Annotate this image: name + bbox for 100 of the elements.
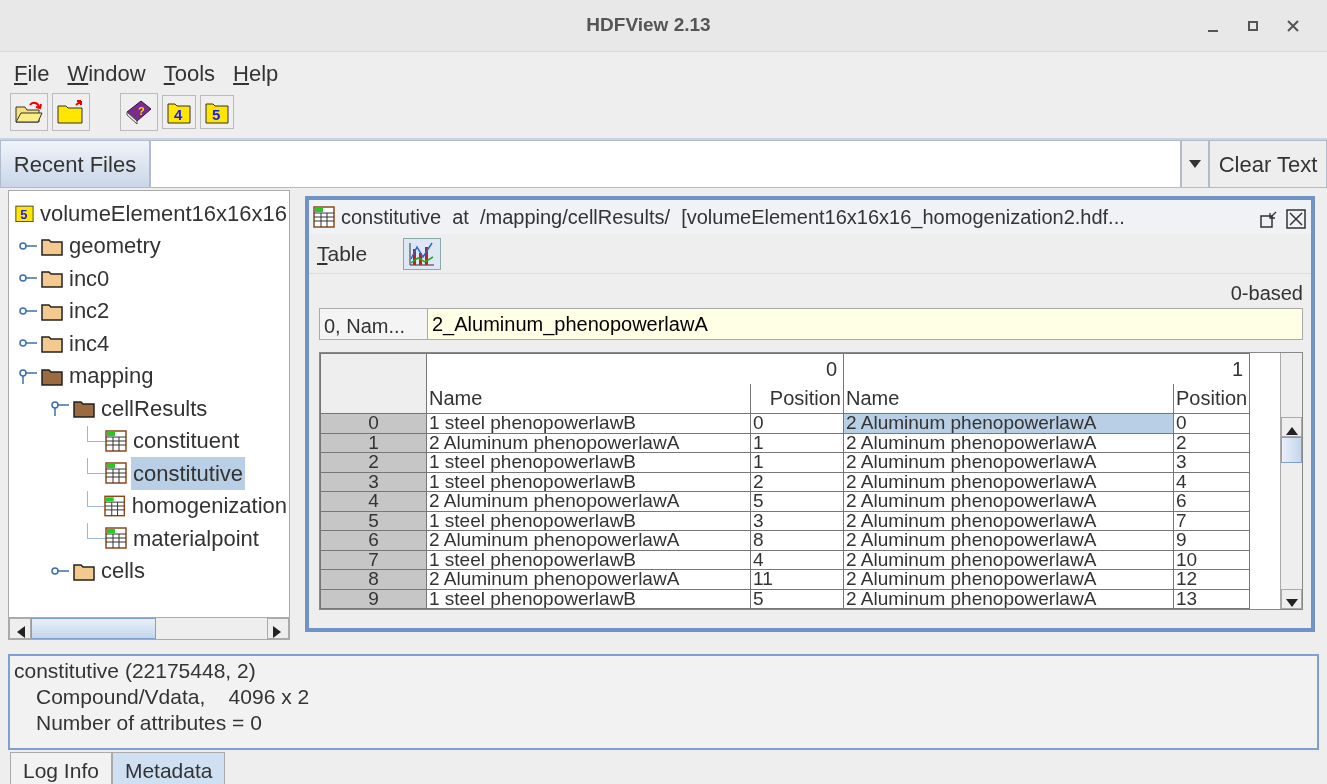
row-header: 0 xyxy=(320,413,427,433)
row-header: 6 xyxy=(320,530,427,550)
tree-item[interactable]: cells xyxy=(99,554,147,588)
folder-button[interactable] xyxy=(52,93,90,131)
row-header: 9 xyxy=(320,589,427,609)
table-cell[interactable]: 11 xyxy=(750,569,844,589)
expander-handle[interactable] xyxy=(19,338,37,349)
menu-item[interactable]: File xyxy=(14,56,50,90)
table-icon xyxy=(105,462,127,485)
table-cell[interactable]: 1 xyxy=(750,452,844,472)
table-cell[interactable]: 2 xyxy=(1173,433,1250,453)
table-cell[interactable]: 13 xyxy=(1173,589,1250,609)
table-cell[interactable]: 9 xyxy=(1173,530,1250,550)
tree-item[interactable]: inc0 xyxy=(67,261,112,295)
index-base-label: 0-based xyxy=(1230,282,1303,304)
folder-icon xyxy=(73,398,95,419)
column-group-header: 0 xyxy=(426,353,844,384)
table-cell[interactable]: 5 xyxy=(750,589,844,609)
column-group-header: 1 xyxy=(843,353,1250,384)
scroll-left-button[interactable] xyxy=(9,618,31,639)
tree-item[interactable]: homogenization xyxy=(129,489,289,523)
expander-handle[interactable] xyxy=(19,273,37,284)
arrow-icon xyxy=(273,625,283,638)
menu-item[interactable]: Tools xyxy=(163,56,216,90)
hdf5-file-icon: 5 xyxy=(15,202,34,225)
column-header: Name xyxy=(843,383,1174,414)
table-cell[interactable]: 0 xyxy=(750,413,844,433)
tree-item[interactable]: volumeElement16x16x16 xyxy=(37,196,289,230)
expander-handle[interactable] xyxy=(19,367,37,384)
line-chart-icon xyxy=(408,240,437,267)
row-header: 3 xyxy=(320,472,427,492)
table-cell[interactable]: 5 xyxy=(750,491,844,511)
close-icon xyxy=(1286,19,1300,34)
table-cell[interactable]: 1 xyxy=(750,433,844,453)
arrow-icon xyxy=(1285,598,1298,607)
tree-item[interactable]: constituent xyxy=(131,424,242,458)
clear-text-button[interactable]: Clear Text xyxy=(1209,140,1327,188)
table-icon xyxy=(105,527,127,550)
column-header: Name xyxy=(426,383,751,414)
column-header: Position xyxy=(1173,383,1250,414)
window-title: HDFView 2.13 xyxy=(585,13,712,38)
folder-icon xyxy=(41,268,63,289)
row-header: 1 xyxy=(320,433,427,453)
table-icon xyxy=(105,429,127,452)
scrollbar-thumb[interactable] xyxy=(1281,437,1302,463)
table-icon xyxy=(313,206,335,228)
table-cell[interactable]: 2 xyxy=(750,472,844,492)
table-cell[interactable]: 10 xyxy=(1173,550,1250,570)
table-cell[interactable]: 0 xyxy=(1173,413,1250,433)
tree-item[interactable]: mapping xyxy=(67,359,156,393)
tab[interactable]: Log Info xyxy=(10,752,112,784)
expander-handle[interactable] xyxy=(51,400,69,417)
tree-item[interactable]: geometry xyxy=(67,229,163,263)
close-icon xyxy=(1285,207,1307,230)
tree-item[interactable]: inc4 xyxy=(67,326,112,360)
row-header: 4 xyxy=(320,491,427,511)
expander-handle[interactable] xyxy=(19,305,37,316)
expander-handle[interactable] xyxy=(19,240,37,251)
menu-item[interactable]: Table xyxy=(317,237,368,270)
recent-files-field[interactable] xyxy=(150,140,1181,188)
folder-icon xyxy=(56,99,86,125)
expander-handle[interactable] xyxy=(51,565,69,576)
column-header: Position xyxy=(750,383,844,414)
menu-item[interactable]: Help xyxy=(233,56,279,90)
row-header: 2 xyxy=(320,452,427,472)
table-cell[interactable]: 7 xyxy=(1173,511,1250,531)
row-header: 5 xyxy=(320,511,427,531)
table-cell[interactable]: 3 xyxy=(1173,452,1250,472)
menu-item[interactable]: Window xyxy=(67,56,146,90)
table-cell[interactable]: 12 xyxy=(1173,569,1250,589)
chart-button[interactable] xyxy=(403,237,442,270)
open-folder-button[interactable] xyxy=(10,93,48,131)
open-folder-icon xyxy=(14,99,44,125)
tree-item[interactable]: inc2 xyxy=(67,294,112,328)
scroll-down-button[interactable] xyxy=(1281,589,1302,609)
minimize-icon xyxy=(1208,30,1218,33)
tree-item[interactable]: cellResults xyxy=(99,391,210,425)
scroll-up-button[interactable] xyxy=(1281,417,1302,437)
maximize-icon xyxy=(1246,19,1260,34)
table-cell[interactable]: 4 xyxy=(750,550,844,570)
info-line: Compound/Vdata, 4096 x 2 xyxy=(35,684,311,710)
tree-item[interactable]: constitutive xyxy=(131,456,246,490)
row-header: 7 xyxy=(320,550,427,570)
folder-icon xyxy=(41,333,63,354)
tab[interactable]: Metadata xyxy=(111,752,226,784)
table-cell[interactable]: 8 xyxy=(750,530,844,550)
scroll-right-button[interactable] xyxy=(267,618,289,639)
table-cell[interactable]: 3 xyxy=(750,511,844,531)
arrow-icon xyxy=(15,625,25,638)
dropdown-button[interactable] xyxy=(1181,140,1209,188)
table-cell[interactable]: 6 xyxy=(1173,491,1250,511)
tree-item[interactable]: materialpoint xyxy=(131,521,261,555)
table-cell[interactable]: 4 xyxy=(1173,472,1250,492)
scrollbar-thumb[interactable] xyxy=(31,618,157,639)
row-header: 8 xyxy=(320,569,427,589)
recent-files-button[interactable]: Recent Files xyxy=(0,140,150,188)
caret-icon xyxy=(1189,160,1201,168)
window-title: constitutive at /mapping/cellResults/ [volumeElement16x16x16_homogenization2.hdf... xyxy=(341,205,1126,231)
info-line: constitutive (22175448, 2) xyxy=(14,658,257,684)
table-icon xyxy=(104,494,126,517)
